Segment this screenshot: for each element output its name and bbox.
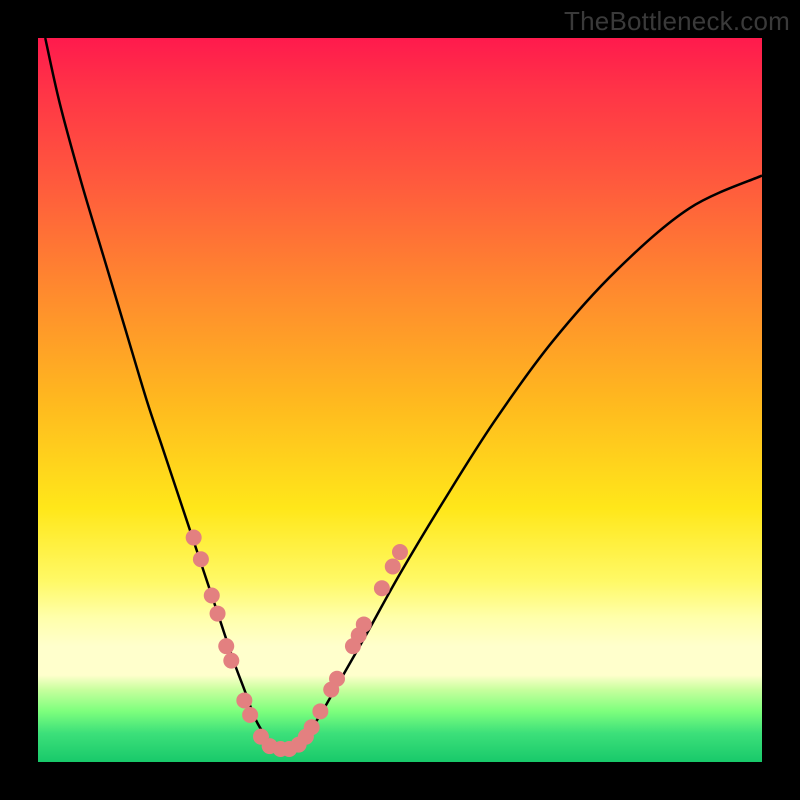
data-marker xyxy=(204,587,220,603)
bottleneck-curve xyxy=(45,38,762,750)
chart-svg xyxy=(38,38,762,762)
data-markers xyxy=(186,530,408,757)
data-marker xyxy=(304,719,320,735)
data-marker xyxy=(329,671,345,687)
chart-plot-area xyxy=(38,38,762,762)
data-marker xyxy=(236,692,252,708)
data-marker xyxy=(356,616,372,632)
data-marker xyxy=(210,606,226,622)
data-marker xyxy=(374,580,390,596)
data-marker xyxy=(218,638,234,654)
data-marker xyxy=(385,559,401,575)
watermark-text: TheBottleneck.com xyxy=(564,6,790,37)
chart-frame: TheBottleneck.com xyxy=(0,0,800,800)
data-marker xyxy=(186,530,202,546)
data-marker xyxy=(312,703,328,719)
data-marker xyxy=(193,551,209,567)
data-marker xyxy=(392,544,408,560)
data-marker xyxy=(242,707,258,723)
data-marker xyxy=(223,653,239,669)
